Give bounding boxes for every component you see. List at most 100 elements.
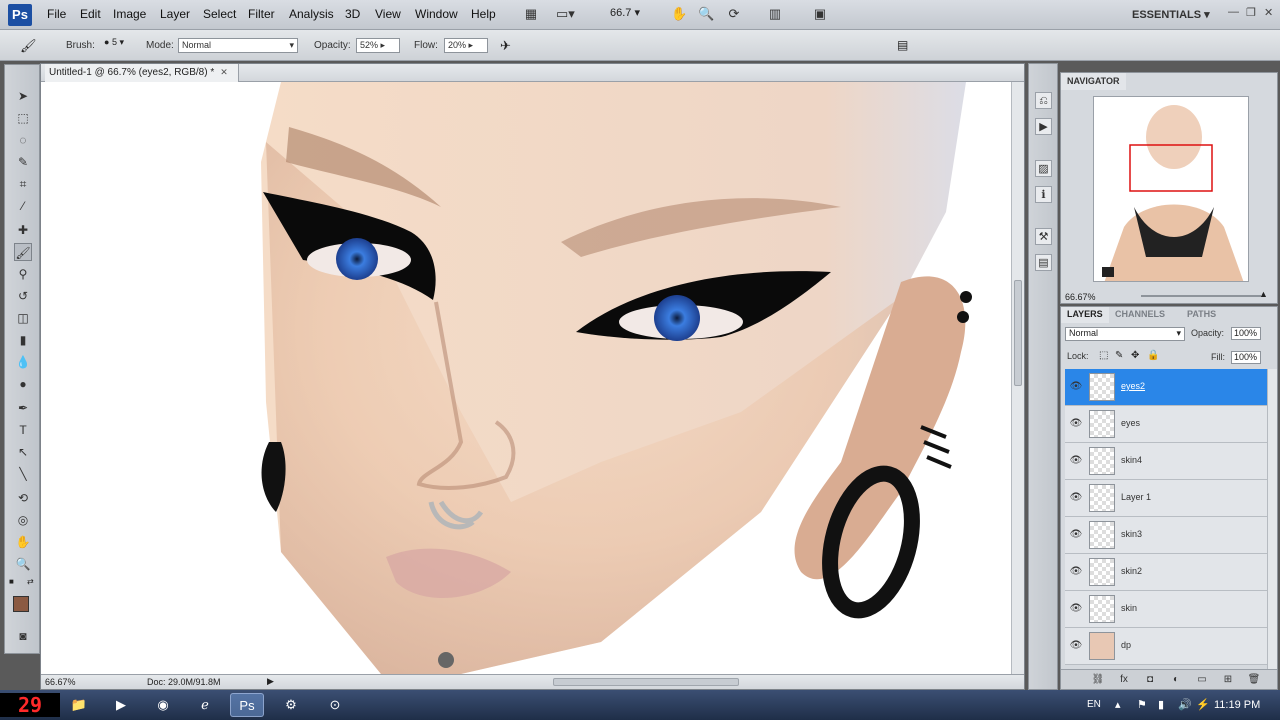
- eye-icon[interactable]: 👁: [1069, 492, 1083, 504]
- swap-colors-icon[interactable]: ⇄: [27, 577, 34, 586]
- navigator-zoom-slider[interactable]: [1141, 295, 1261, 297]
- link-layers-icon[interactable]: ⛓: [1091, 673, 1105, 687]
- new-layer-icon[interactable]: ⊞: [1221, 673, 1235, 687]
- menu-file[interactable]: File: [47, 7, 66, 21]
- path-selection-tool-icon[interactable]: ↖: [14, 443, 32, 461]
- layer-row-skin3[interactable]: 👁 skin3: [1065, 517, 1267, 554]
- menu-edit[interactable]: Edit: [80, 7, 101, 21]
- chrome-icon[interactable]: ◉: [146, 693, 180, 717]
- eye-icon[interactable]: 👁: [1069, 418, 1083, 430]
- shape-tool-icon[interactable]: ╲: [14, 465, 32, 483]
- lock-pixels-icon[interactable]: ✎: [1115, 350, 1123, 361]
- marquee-tool-icon[interactable]: ⬚: [14, 109, 32, 127]
- photoshop-logo[interactable]: Ps: [8, 4, 32, 26]
- explorer-icon[interactable]: 📁: [62, 693, 96, 717]
- game-icon[interactable]: ⚙: [274, 693, 308, 717]
- new-group-icon[interactable]: ▭: [1195, 673, 1209, 687]
- navigator-zoom-field[interactable]: 66.67%: [1065, 292, 1096, 302]
- workspace-switcher[interactable]: ESSENTIALS ▾: [1132, 8, 1210, 21]
- history-panel-icon[interactable]: ⎌: [1035, 92, 1052, 109]
- eye-icon[interactable]: 👁: [1069, 455, 1083, 467]
- recorder-icon[interactable]: ⊙: [318, 693, 352, 717]
- menu-3d[interactable]: 3D: [345, 7, 360, 21]
- menu-view[interactable]: View: [375, 7, 401, 21]
- rotate-view-icon[interactable]: ⟳: [726, 6, 742, 22]
- layer-row-eyes2[interactable]: 👁 eyes2: [1065, 369, 1267, 406]
- airbrush-icon[interactable]: ✈: [500, 38, 511, 54]
- layer-row-skin2[interactable]: 👁 skin2: [1065, 554, 1267, 591]
- bridge-icon[interactable]: ▦: [523, 6, 539, 22]
- brush-preset-picker[interactable]: ● 5 ▾: [104, 37, 124, 48]
- layer-row-eyes[interactable]: 👁 eyes: [1065, 406, 1267, 443]
- dodge-tool-icon[interactable]: ●: [14, 375, 32, 393]
- screen-mode-icon[interactable]: ▣: [812, 6, 828, 22]
- brush-tool-icon[interactable]: 🖌: [20, 38, 37, 54]
- menu-help[interactable]: Help: [471, 7, 496, 21]
- volume-icon[interactable]: 🔊: [1178, 698, 1192, 711]
- menu-select[interactable]: Select: [203, 7, 236, 21]
- default-colors-icon[interactable]: ■: [9, 577, 14, 586]
- eye-icon[interactable]: 👁: [1069, 603, 1083, 615]
- flow-field[interactable]: 20% ▸: [444, 38, 488, 53]
- power-icon[interactable]: ⚡: [1196, 698, 1210, 711]
- zoom-icon[interactable]: 🔍: [698, 6, 714, 22]
- hand-tool-icon[interactable]: ✋: [14, 533, 32, 551]
- lasso-tool-icon[interactable]: ◌: [14, 131, 32, 149]
- layer-style-icon[interactable]: fx: [1117, 673, 1131, 687]
- quick-selection-tool-icon[interactable]: ✎: [14, 153, 32, 171]
- vertical-scroll-thumb[interactable]: [1014, 280, 1022, 386]
- arrange-documents-icon[interactable]: ▥: [767, 6, 783, 22]
- menu-window[interactable]: Window: [415, 7, 458, 21]
- vertical-scrollbar[interactable]: [1011, 82, 1024, 674]
- layer-opacity-field[interactable]: 100%: [1231, 327, 1261, 340]
- 3d-rotate-tool-icon[interactable]: ⟲: [14, 489, 32, 507]
- tray-arrow-icon[interactable]: ▴: [1115, 698, 1121, 711]
- eye-icon[interactable]: 👁: [1069, 381, 1083, 393]
- paths-tab[interactable]: PATHS: [1181, 307, 1222, 323]
- lock-all-icon[interactable]: 🔒: [1147, 350, 1159, 361]
- navigator-zoom-in-icon[interactable]: ▲: [1259, 289, 1268, 299]
- menu-layer[interactable]: Layer: [160, 7, 190, 21]
- eye-icon[interactable]: 👁: [1069, 640, 1083, 652]
- channels-tab[interactable]: CHANNELS: [1109, 307, 1171, 323]
- close-tab-icon[interactable]: ✕: [220, 67, 228, 77]
- internet-explorer-icon[interactable]: ℯ: [188, 693, 222, 717]
- color-panel-icon[interactable]: ▨: [1035, 160, 1052, 177]
- pen-tool-icon[interactable]: ✒: [14, 399, 32, 417]
- tool-presets-panel-icon[interactable]: ⚒: [1035, 228, 1052, 245]
- adjustment-layer-icon[interactable]: ◐: [1169, 673, 1183, 687]
- actions-panel-icon[interactable]: ▶: [1035, 118, 1052, 135]
- gradient-tool-icon[interactable]: ▮: [14, 331, 32, 349]
- status-menu-arrow-icon[interactable]: ▶: [267, 676, 274, 687]
- layer-row-layer-1[interactable]: 👁 Layer 1: [1065, 480, 1267, 517]
- zoom-tool-icon[interactable]: 🔍: [14, 555, 32, 573]
- 3d-orbit-tool-icon[interactable]: ◎: [14, 511, 32, 529]
- language-indicator[interactable]: EN: [1087, 699, 1101, 710]
- blur-tool-icon[interactable]: 💧: [14, 353, 32, 371]
- quick-mask-icon[interactable]: ◙: [14, 627, 32, 645]
- tray-flag-icon[interactable]: ⚑: [1137, 698, 1147, 711]
- restore-icon[interactable]: ❐: [1246, 6, 1256, 19]
- menu-image[interactable]: Image: [113, 7, 146, 21]
- type-tool-icon[interactable]: T: [14, 421, 32, 439]
- blend-mode-select[interactable]: Normal ▾: [1065, 327, 1185, 341]
- brushes-panel-icon[interactable]: ▤: [1035, 254, 1052, 271]
- move-tool-icon[interactable]: ➤: [14, 87, 32, 105]
- minimize-icon[interactable]: —: [1228, 6, 1239, 18]
- navigator-tab[interactable]: NAVIGATOR: [1061, 73, 1126, 90]
- document-tab[interactable]: Untitled-1 @ 66.7% (eyes2, RGB/8) * ✕: [45, 64, 239, 82]
- mode-select[interactable]: Normal ▾: [178, 38, 298, 53]
- healing-brush-tool-icon[interactable]: ✚: [14, 221, 32, 239]
- eye-icon[interactable]: 👁: [1069, 529, 1083, 541]
- opacity-field[interactable]: 52% ▸: [356, 38, 400, 53]
- clock[interactable]: 11:19 PM: [1214, 699, 1260, 711]
- menu-analysis[interactable]: Analysis: [289, 7, 334, 21]
- arrange-icon[interactable]: ▭▾: [556, 6, 575, 22]
- hand-icon[interactable]: ✋: [671, 6, 687, 22]
- brush-panel-icon[interactable]: ▤: [897, 38, 908, 52]
- layers-scrollbar[interactable]: [1267, 369, 1277, 669]
- brush-tool-icon-active[interactable]: 🖌: [14, 243, 32, 261]
- info-panel-icon[interactable]: ℹ: [1035, 186, 1052, 203]
- history-brush-tool-icon[interactable]: ↺: [14, 287, 32, 305]
- horizontal-scroll-thumb[interactable]: [553, 678, 739, 686]
